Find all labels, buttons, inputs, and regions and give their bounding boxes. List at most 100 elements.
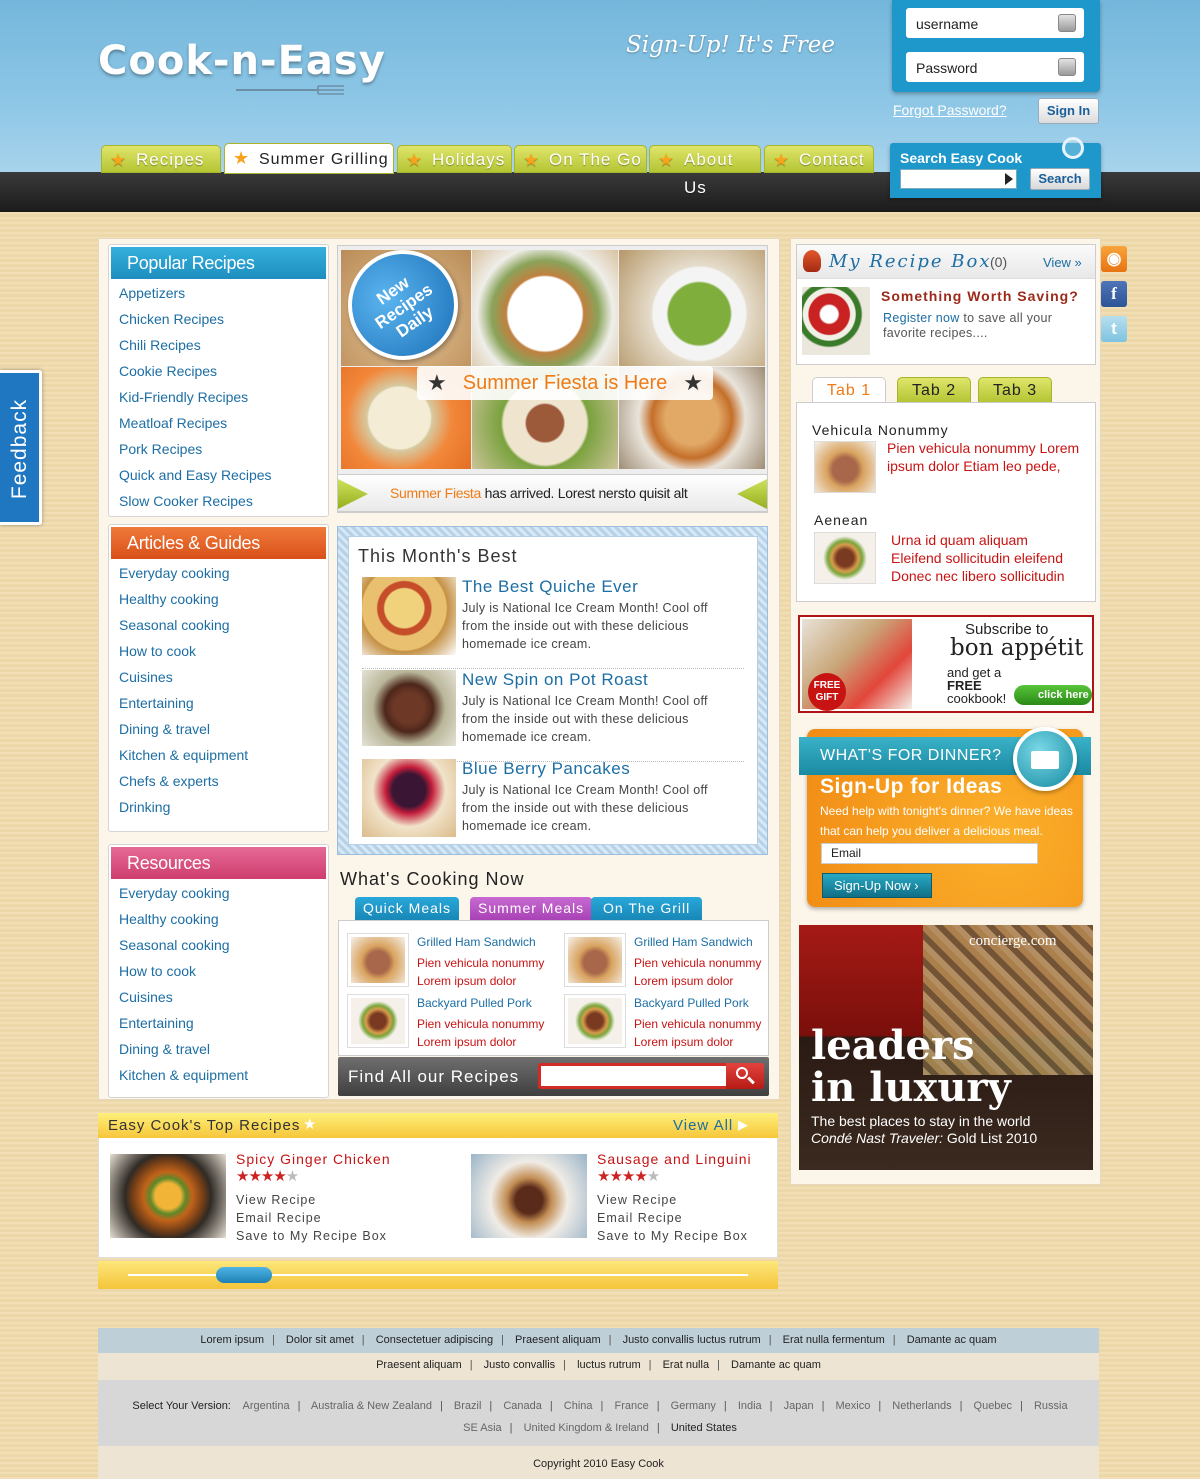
sidebar-link[interactable]: Cookie Recipes xyxy=(119,363,272,389)
cooking-item-name[interactable]: Grilled Ham Sandwich xyxy=(634,935,753,949)
email-recipe-link[interactable]: Email Recipe xyxy=(236,1209,387,1227)
sidebar-link[interactable]: Cuisines xyxy=(119,669,248,695)
cooking-item-name[interactable]: Backyard Pulled Pork xyxy=(634,996,749,1010)
footer-link[interactable]: Damante ac quam xyxy=(907,1334,997,1346)
footer-link[interactable]: Praesent aliquam xyxy=(515,1334,601,1346)
version-link[interactable]: Netherlands xyxy=(892,1400,951,1412)
view-link[interactable]: View » xyxy=(1043,255,1082,270)
right-tab-3[interactable]: Tab 3 xyxy=(978,377,1053,403)
nav-tab-on-the-go[interactable]: ★ On The Go xyxy=(514,145,647,173)
tab-item-text[interactable]: Urna id quam aliquam Eleifend sollicitud… xyxy=(891,531,1081,585)
footer-link[interactable]: Erat nulla xyxy=(663,1359,709,1371)
tab-summer-meals[interactable]: Summer Meals xyxy=(470,897,593,921)
sidebar-link[interactable]: Chefs & experts xyxy=(119,773,248,799)
search-input[interactable] xyxy=(900,169,1017,189)
version-link-current[interactable]: United States xyxy=(671,1422,737,1434)
version-link[interactable]: Russia xyxy=(1034,1400,1068,1412)
sidebar-link[interactable]: Cuisines xyxy=(119,989,248,1015)
cooking-item[interactable]: Grilled Ham Sandwich Pien vehicula nonum… xyxy=(339,929,549,988)
click-here-button[interactable]: click here xyxy=(1014,685,1092,705)
cooking-item-name[interactable]: Backyard Pulled Pork xyxy=(417,996,532,1010)
username-field[interactable]: username xyxy=(906,8,1084,38)
twitter-icon[interactable]: t xyxy=(1101,316,1127,342)
rss-icon[interactable]: ◉ xyxy=(1101,246,1127,272)
version-link[interactable]: SE Asia xyxy=(463,1422,502,1434)
best-item-title[interactable]: The Best Quiche Ever xyxy=(462,577,638,597)
top-recipe-name[interactable]: Spicy Ginger Chicken xyxy=(236,1151,391,1167)
sidebar-link[interactable]: Kid-Friendly Recipes xyxy=(119,389,272,415)
sidebar-link[interactable]: Meatloaf Recipes xyxy=(119,415,272,441)
find-recipes-button[interactable] xyxy=(726,1063,764,1089)
sidebar-link[interactable]: Healthy cooking xyxy=(119,911,248,937)
top-recipe-name[interactable]: Sausage and Linguini xyxy=(597,1151,752,1167)
sidebar-link[interactable]: Healthy cooking xyxy=(119,591,248,617)
sidebar-link[interactable]: Chili Recipes xyxy=(119,337,272,363)
best-item-title[interactable]: New Spin on Pot Roast xyxy=(462,670,648,690)
footer-link[interactable]: Consectetuer adipiscing xyxy=(376,1334,493,1346)
sidebar-link[interactable]: Slow Cooker Recipes xyxy=(119,493,272,519)
version-link[interactable]: Brazil xyxy=(454,1400,482,1412)
footer-link[interactable]: Praesent aliquam xyxy=(376,1359,462,1371)
play-arrow-icon[interactable] xyxy=(338,479,368,509)
sidebar-link[interactable]: Pork Recipes xyxy=(119,441,272,467)
scroll-handle[interactable] xyxy=(216,1267,272,1283)
signup-slogan[interactable]: Sign-Up! It's Free xyxy=(626,32,835,58)
password-field[interactable]: Password xyxy=(906,52,1084,82)
search-button[interactable]: Search xyxy=(1030,168,1090,190)
sidebar-link[interactable]: Appetizers xyxy=(119,285,272,311)
forgot-password-link[interactable]: Forgot Password? xyxy=(893,102,1007,118)
version-link[interactable]: Germany xyxy=(671,1400,716,1412)
cooking-item-name[interactable]: Grilled Ham Sandwich xyxy=(417,935,536,949)
nav-tab-contact[interactable]: ★ Contact xyxy=(764,145,874,173)
sidebar-link[interactable]: Dining & travel xyxy=(119,1041,248,1067)
sidebar-link[interactable]: Kitchen & equipment xyxy=(119,1067,248,1093)
tab-on-the-grill[interactable]: On The Grill xyxy=(591,897,703,921)
nav-tab-holidays[interactable]: ★ Holidays xyxy=(397,145,512,173)
footer-link[interactable]: Lorem ipsum xyxy=(200,1334,264,1346)
right-tab-1[interactable]: Tab 1 xyxy=(812,377,887,404)
tab-quick-meals[interactable]: Quick Meals xyxy=(355,897,460,921)
best-item[interactable]: Blue Berry Pancakes July is National Ice… xyxy=(362,759,744,851)
footer-link[interactable]: Damante ac quam xyxy=(731,1359,821,1371)
version-link[interactable]: Canada xyxy=(503,1400,542,1412)
facebook-icon[interactable]: f xyxy=(1101,281,1127,307)
version-link[interactable]: China xyxy=(564,1400,593,1412)
sidebar-link[interactable]: Seasonal cooking xyxy=(119,617,248,643)
sidebar-link[interactable]: Seasonal cooking xyxy=(119,937,248,963)
sidebar-link[interactable]: How to cook xyxy=(119,963,248,989)
version-link[interactable]: France xyxy=(614,1400,648,1412)
version-link[interactable]: India xyxy=(738,1400,762,1412)
sign-up-now-button[interactable]: Sign-Up Now › xyxy=(822,873,932,898)
sidebar-link[interactable]: How to cook xyxy=(119,643,248,669)
version-link[interactable]: United Kingdom & Ireland xyxy=(524,1422,649,1434)
nav-tab-recipes[interactable]: ★ Recipes xyxy=(101,145,221,173)
dinner-email-field[interactable]: Email xyxy=(821,843,1038,864)
sidebar-link[interactable]: Everyday cooking xyxy=(119,885,248,911)
previous-arrow-icon[interactable] xyxy=(737,479,767,509)
save-recipe-link[interactable]: Save to My Recipe Box xyxy=(597,1227,748,1245)
concierge-ad[interactable]: concierge.com leaders in luxury The best … xyxy=(799,925,1093,1170)
cooking-item[interactable]: Grilled Ham Sandwich Pien vehicula nonum… xyxy=(556,929,766,988)
sidebar-link[interactable]: Everyday cooking xyxy=(119,565,248,591)
email-recipe-link[interactable]: Email Recipe xyxy=(597,1209,748,1227)
find-recipes-input[interactable] xyxy=(538,1063,726,1089)
view-recipe-link[interactable]: View Recipe xyxy=(236,1191,387,1209)
footer-link[interactable]: Justo convallis luctus rutrum xyxy=(623,1334,761,1346)
ticker-highlight[interactable]: Summer Fiesta xyxy=(390,485,481,501)
cooking-item[interactable]: Backyard Pulled Pork Pien vehicula nonum… xyxy=(556,990,766,1049)
version-link[interactable]: Australia & New Zealand xyxy=(311,1400,432,1412)
view-recipe-link[interactable]: View Recipe xyxy=(597,1191,748,1209)
version-link[interactable]: Mexico xyxy=(836,1400,871,1412)
sidebar-link[interactable]: Kitchen & equipment xyxy=(119,747,248,773)
view-all-link[interactable]: View All xyxy=(673,1117,733,1134)
nav-tab-summer-grilling[interactable]: ★ Summer Grilling xyxy=(224,143,394,174)
right-tab-2[interactable]: Tab 2 xyxy=(897,377,972,403)
version-link[interactable]: Argentina xyxy=(243,1400,290,1412)
best-item-title[interactable]: Blue Berry Pancakes xyxy=(462,759,630,779)
best-item[interactable]: New Spin on Pot Roast July is National I… xyxy=(362,670,744,762)
tab-item-text[interactable]: Pien vehicula nonummy Lorem ipsum dolor … xyxy=(887,439,1087,475)
footer-link[interactable]: Erat nulla fermentum xyxy=(783,1334,885,1346)
sidebar-link[interactable]: Entertaining xyxy=(119,695,248,721)
sidebar-link[interactable]: Dining & travel xyxy=(119,721,248,747)
slider-banner[interactable]: ★ Summer Fiesta is Here ★ xyxy=(417,366,713,400)
